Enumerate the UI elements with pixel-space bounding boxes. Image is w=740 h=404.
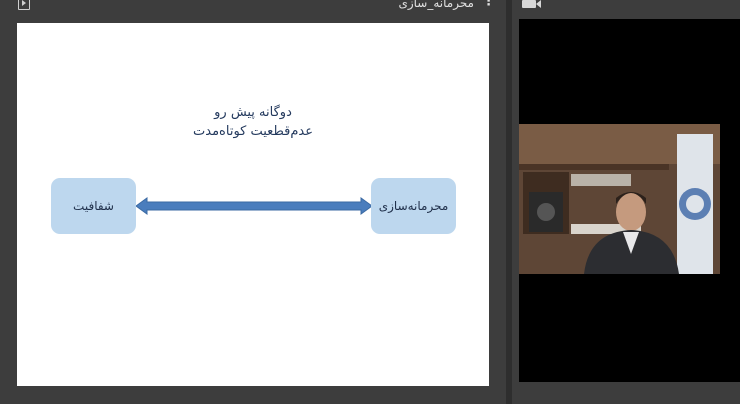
confidentiality-box-label: محرمانه‌سازی bbox=[378, 199, 449, 213]
speaker-video-frame bbox=[519, 124, 720, 274]
presentation-panel: محرمانه_سازی ⋮ دوگانه پیش رو عدم‌قطعیت ک… bbox=[0, 0, 506, 404]
slide-canvas: دوگانه پیش رو عدم‌قطعیت کوتاه‌مدت شفافیت… bbox=[17, 23, 489, 386]
confidentiality-box: محرمانه‌سازی bbox=[371, 178, 456, 234]
slideshow-icon[interactable] bbox=[18, 0, 30, 10]
transparency-box-label: شفافیت bbox=[73, 199, 114, 213]
double-headed-arrow-shape bbox=[135, 197, 373, 215]
more-vertical-icon[interactable]: ⋮ bbox=[482, 0, 495, 10]
video-area bbox=[519, 19, 740, 382]
presentation-panel-header: محرمانه_سازی ⋮ bbox=[0, 0, 506, 20]
video-camera-icon[interactable] bbox=[522, 0, 541, 8]
presentation-title: محرمانه_سازی bbox=[398, 0, 474, 10]
speaker-video-feed bbox=[519, 124, 720, 274]
video-panel-header bbox=[512, 0, 740, 20]
video-panel bbox=[512, 0, 740, 404]
transparency-box: شفافیت bbox=[51, 178, 136, 234]
